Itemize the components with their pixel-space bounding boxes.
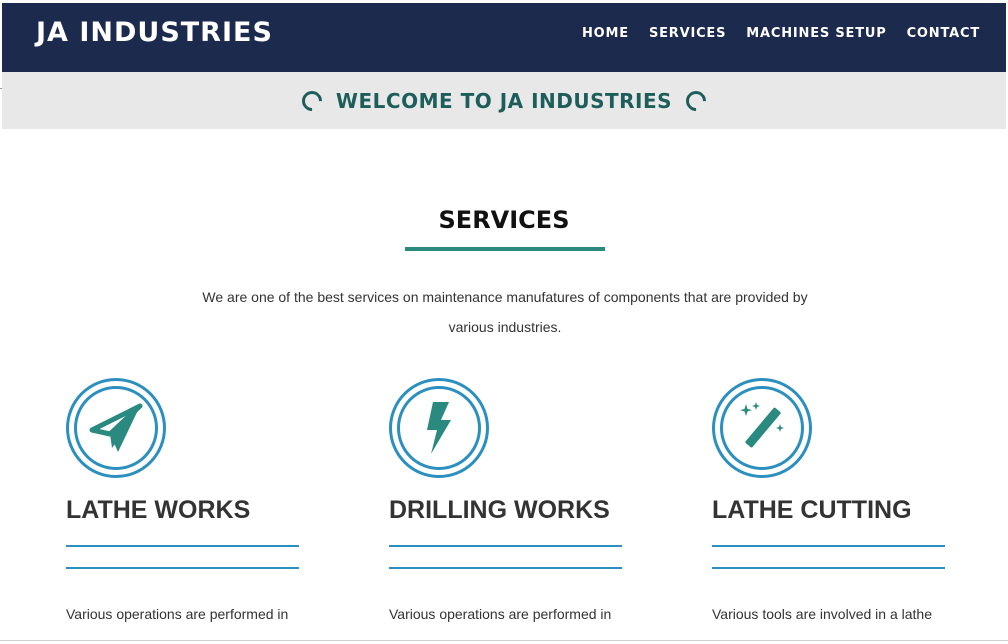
icon-circle: [389, 378, 489, 478]
divider: [712, 545, 945, 547]
card-description: Various tools are involved in a lathe: [712, 606, 932, 622]
paper-plane-icon: [89, 403, 143, 452]
nav-home[interactable]: HOME: [582, 26, 629, 41]
icon-circle: [712, 378, 812, 478]
main-nav: HOME SERVICES MACHINES SETUP CONTACT: [582, 26, 980, 41]
card-title: DRILLING WORKS: [389, 496, 610, 524]
welcome-text: WELCOME TO JA INDUSTRIES: [335, 88, 673, 113]
magic-wand-icon: [740, 402, 784, 448]
top-navbar: JA INDUSTRIES HOME SERVICES MACHINES SET…: [2, 3, 1006, 72]
card-title: LATHE CUTTING: [712, 496, 912, 524]
card-description: Various operations are performed in: [389, 606, 612, 622]
nav-services[interactable]: SERVICES: [649, 26, 726, 41]
divider: [389, 545, 622, 547]
lightning-bolt-icon: [427, 402, 451, 454]
loading-ring-icon: [681, 86, 711, 115]
card-title: LATHE WORKS: [66, 496, 251, 524]
services-heading: SERVICES: [438, 206, 570, 234]
nav-machines-setup[interactable]: MACHINES SETUP: [746, 26, 886, 41]
welcome-banner: WELCOME TO JA INDUSTRIES: [2, 72, 1006, 129]
card-description: Various operations are performed in: [66, 606, 289, 622]
divider: [389, 567, 622, 569]
service-card-lathe-cutting: LATHE CUTTING Various tools are involved…: [712, 378, 952, 644]
service-card-lathe-works: LATHE WORKS Various operations are perfo…: [66, 378, 306, 644]
divider: [66, 567, 299, 569]
service-card-drilling-works: DRILLING WORKS Various operations are pe…: [389, 378, 629, 644]
services-heading-underline: [405, 247, 605, 251]
nav-contact[interactable]: CONTACT: [907, 26, 980, 41]
brand-logo[interactable]: JA INDUSTRIES: [36, 17, 273, 48]
services-intro: We are one of the best services on maint…: [202, 289, 808, 335]
icon-circle: [66, 378, 166, 478]
divider: [712, 567, 945, 569]
divider: [66, 545, 299, 547]
page-bottom-rule: [0, 640, 1008, 641]
loading-ring-icon: [297, 86, 327, 115]
